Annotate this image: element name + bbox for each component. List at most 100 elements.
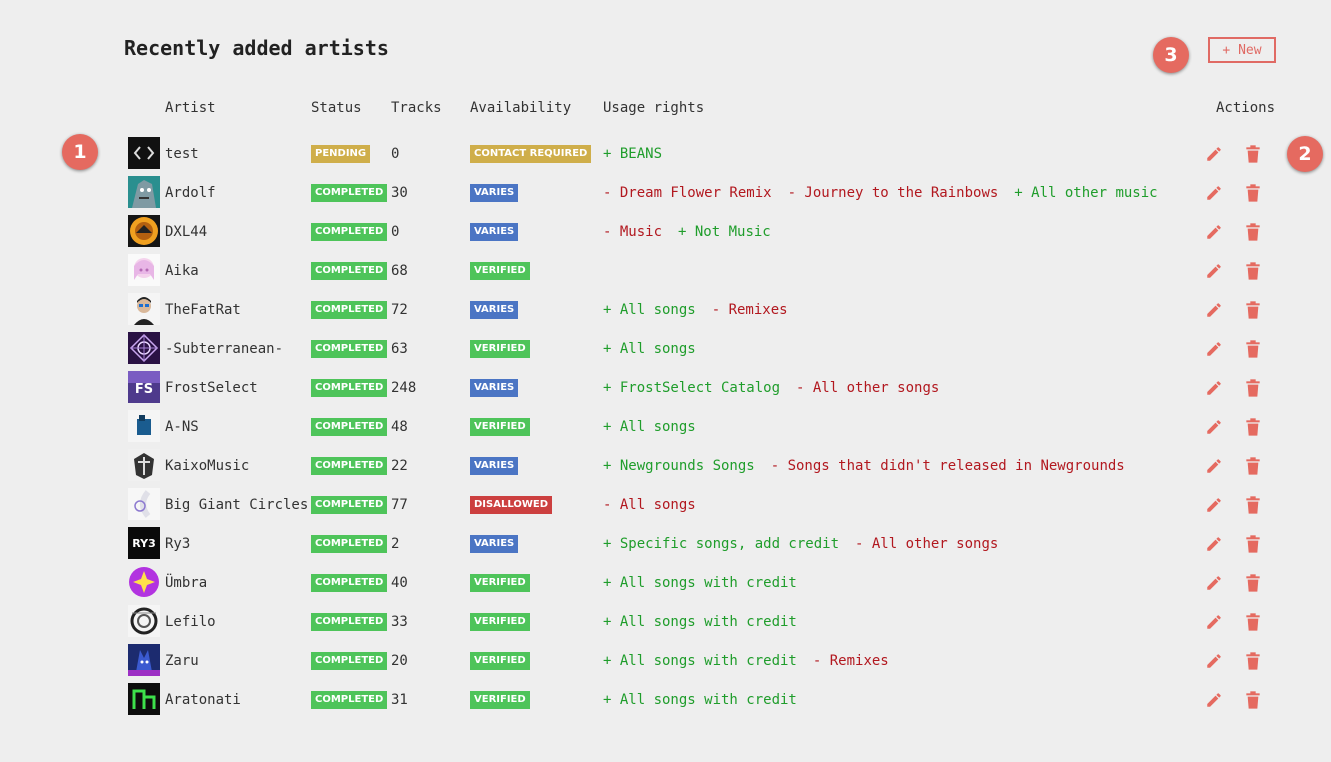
artist-name: Lefilo bbox=[165, 614, 216, 630]
track-count: 0 bbox=[391, 224, 400, 240]
delete-icon[interactable] bbox=[1242, 650, 1264, 672]
delete-icon[interactable] bbox=[1242, 416, 1264, 438]
table-row: -Subterranean- COMPLETED 63 VERIFIED + All s… bbox=[0, 332, 1331, 371]
delete-icon[interactable] bbox=[1242, 455, 1264, 477]
edit-icon[interactable] bbox=[1203, 533, 1225, 555]
status-badge: COMPLETED bbox=[311, 301, 388, 319]
artists-page: Recently added artists + New 1 2 3 Artis… bbox=[0, 0, 1331, 762]
status-badge: COMPLETED bbox=[311, 262, 388, 280]
usage-allowed: + All songs with credit bbox=[603, 614, 797, 630]
artist-name: DXL44 bbox=[165, 224, 208, 240]
kaixomusic-avatar bbox=[128, 449, 160, 481]
artist-name: -Subterranean- bbox=[165, 341, 284, 357]
table-row: test PENDING 0 CONTACT REQUIRED + BEANS bbox=[0, 137, 1331, 176]
usage-rights: + All songs with credit bbox=[603, 613, 813, 631]
edit-icon[interactable] bbox=[1203, 455, 1225, 477]
a-ns-avatar bbox=[128, 410, 160, 442]
artist-name: Ry3 bbox=[165, 536, 191, 552]
thefatrat-avatar bbox=[128, 293, 160, 325]
artist-name: TheFatRat bbox=[165, 302, 241, 318]
usage-rights: + BEANS bbox=[603, 145, 678, 163]
aika-avatar bbox=[128, 254, 160, 286]
status-badge: COMPLETED bbox=[311, 457, 388, 475]
column-header-usage-rights: Usage rights bbox=[603, 100, 705, 116]
usage-rights: + All songs with credit bbox=[603, 691, 813, 709]
status-badge: COMPLETED bbox=[311, 379, 388, 397]
edit-icon[interactable] bbox=[1203, 260, 1225, 282]
artist-name: A-NS bbox=[165, 419, 199, 435]
availability-badge: VERIFIED bbox=[470, 574, 530, 592]
edit-icon[interactable] bbox=[1203, 299, 1225, 321]
edit-icon[interactable] bbox=[1203, 377, 1225, 399]
status-badge: COMPLETED bbox=[311, 574, 388, 592]
track-count: 48 bbox=[391, 419, 408, 435]
delete-icon[interactable] bbox=[1242, 338, 1264, 360]
delete-icon[interactable] bbox=[1242, 572, 1264, 594]
table-row: Aika COMPLETED 68 VERIFIED bbox=[0, 254, 1331, 293]
delete-icon[interactable] bbox=[1242, 143, 1264, 165]
track-count: 77 bbox=[391, 497, 408, 513]
table-row: Ardolf COMPLETED 30 VARIES - Dream Flower Re… bbox=[0, 176, 1331, 215]
edit-icon[interactable] bbox=[1203, 143, 1225, 165]
column-header-status: Status bbox=[311, 100, 362, 116]
availability-badge: VERIFIED bbox=[470, 262, 530, 280]
usage-denied: - Dream Flower Remix bbox=[603, 185, 772, 201]
artist-name: Aratonati bbox=[165, 692, 241, 708]
usage-rights: + Newgrounds Songs - Songs that didn't re… bbox=[603, 457, 1141, 475]
delete-icon[interactable] bbox=[1242, 260, 1264, 282]
usage-denied: - Remixes bbox=[711, 302, 788, 318]
delete-icon[interactable] bbox=[1242, 611, 1264, 633]
status-badge: COMPLETED bbox=[311, 340, 388, 358]
svg-text:FS: FS bbox=[135, 382, 153, 397]
edit-icon[interactable] bbox=[1203, 689, 1225, 711]
usage-allowed: + All songs with credit bbox=[603, 653, 797, 669]
edit-icon[interactable] bbox=[1203, 416, 1225, 438]
code-avatar bbox=[128, 137, 160, 169]
availability-badge: VARIES bbox=[470, 457, 519, 475]
usage-allowed: + Not Music bbox=[678, 224, 771, 240]
availability-badge: VERIFIED bbox=[470, 418, 530, 436]
delete-icon[interactable] bbox=[1242, 299, 1264, 321]
usage-denied: - Remixes bbox=[812, 653, 889, 669]
artist-name: Aika bbox=[165, 263, 199, 279]
usage-denied: - All other songs bbox=[855, 536, 999, 552]
availability-badge: VARIES bbox=[470, 301, 519, 319]
usage-allowed: + Specific songs, add credit bbox=[603, 536, 840, 552]
usage-rights: - Music + Not Music bbox=[603, 223, 787, 241]
availability-badge: VARIES bbox=[470, 535, 519, 553]
status-badge: COMPLETED bbox=[311, 613, 388, 631]
edit-icon[interactable] bbox=[1203, 650, 1225, 672]
track-count: 72 bbox=[391, 302, 408, 318]
track-count: 68 bbox=[391, 263, 408, 279]
annotation-marker-3: 3 bbox=[1153, 37, 1189, 73]
delete-icon[interactable] bbox=[1242, 182, 1264, 204]
usage-rights: + All songs with credit bbox=[603, 574, 813, 592]
status-badge: COMPLETED bbox=[311, 652, 388, 670]
edit-icon[interactable] bbox=[1203, 221, 1225, 243]
new-artist-button[interactable]: + New bbox=[1208, 37, 1276, 63]
table-row: Zaru COMPLETED 20 VERIFIED + All songs with … bbox=[0, 644, 1331, 683]
track-count: 0 bbox=[391, 146, 400, 162]
edit-icon[interactable] bbox=[1203, 611, 1225, 633]
delete-icon[interactable] bbox=[1242, 494, 1264, 516]
availability-badge: VERIFIED bbox=[470, 691, 530, 709]
table-row: A-NS COMPLETED 48 VERIFIED + All songs bbox=[0, 410, 1331, 449]
edit-icon[interactable] bbox=[1203, 572, 1225, 594]
status-badge: COMPLETED bbox=[311, 184, 388, 202]
edit-icon[interactable] bbox=[1203, 338, 1225, 360]
edit-icon[interactable] bbox=[1203, 182, 1225, 204]
delete-icon[interactable] bbox=[1242, 533, 1264, 555]
usage-allowed: + All songs bbox=[603, 419, 696, 435]
delete-icon[interactable] bbox=[1242, 221, 1264, 243]
usage-denied: - Journey to the Rainbows bbox=[787, 185, 999, 201]
ry3-avatar: RY3 bbox=[128, 527, 160, 559]
edit-icon[interactable] bbox=[1203, 494, 1225, 516]
delete-icon[interactable] bbox=[1242, 377, 1264, 399]
track-count: 22 bbox=[391, 458, 408, 474]
usage-rights: - All songs bbox=[603, 496, 712, 514]
page-title: Recently added artists bbox=[124, 36, 389, 60]
table-row: DXL44 COMPLETED 0 VARIES - Music + Not Music bbox=[0, 215, 1331, 254]
availability-badge: VARIES bbox=[470, 223, 519, 241]
delete-icon[interactable] bbox=[1242, 689, 1264, 711]
table-row: Lefilo COMPLETED 33 VERIFIED + All songs wit… bbox=[0, 605, 1331, 644]
